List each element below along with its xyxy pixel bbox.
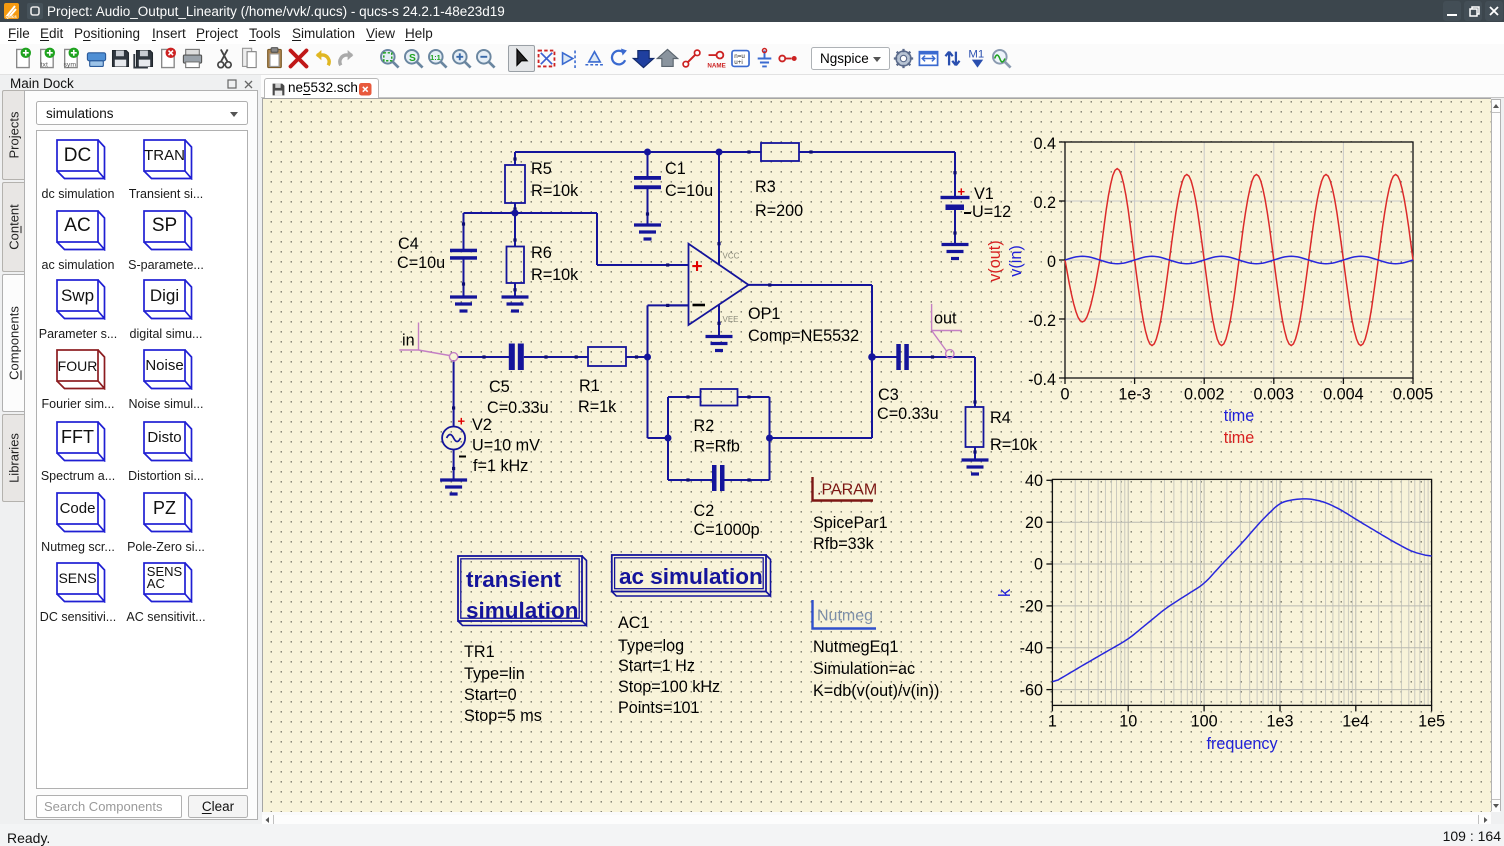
svg-text:1e4: 1e4 xyxy=(1342,712,1369,730)
svg-text:0.2: 0.2 xyxy=(1033,194,1056,212)
svg-text:k: k xyxy=(996,588,1014,597)
svg-text:Rfb=33k: Rfb=33k xyxy=(813,535,875,553)
svg-text:C4: C4 xyxy=(398,235,419,253)
svg-text:C=1000p: C=1000p xyxy=(693,521,759,539)
svg-text:R=10k: R=10k xyxy=(531,182,579,200)
svg-text:R5: R5 xyxy=(531,160,552,178)
svg-text:in: in xyxy=(402,331,415,349)
svg-text:100: 100 xyxy=(1190,712,1217,730)
svg-text:-60: -60 xyxy=(1019,681,1042,699)
svg-text:R4: R4 xyxy=(990,409,1011,427)
svg-text:-0.2: -0.2 xyxy=(1028,312,1056,330)
svg-text:C1: C1 xyxy=(665,160,686,178)
svg-text:Start=0: Start=0 xyxy=(464,686,517,704)
svg-text:Stop=100 kHz: Stop=100 kHz xyxy=(618,678,720,696)
svg-text:Start=1 Hz: Start=1 Hz xyxy=(618,657,695,675)
svg-text:R1: R1 xyxy=(579,377,600,395)
svg-text:VCC: VCC xyxy=(722,251,739,260)
svg-text:0: 0 xyxy=(1060,385,1069,403)
svg-text:AC1: AC1 xyxy=(618,614,650,632)
svg-text:time: time xyxy=(1223,407,1254,425)
svg-text:f=1 kHz: f=1 kHz xyxy=(473,457,528,475)
svg-text:sym: sym xyxy=(64,61,77,68)
svg-text:V2: V2 xyxy=(472,416,492,434)
svg-text:10: 10 xyxy=(1119,712,1137,730)
svg-text:VEE: VEE xyxy=(722,315,738,324)
svg-text:0: 0 xyxy=(1033,555,1042,573)
svg-text:Points=101: Points=101 xyxy=(618,699,699,717)
svg-text:SpicePar1: SpicePar1 xyxy=(813,514,888,532)
svg-text:-40: -40 xyxy=(1019,639,1042,657)
svg-text:0.002: 0.002 xyxy=(1183,385,1224,403)
svg-text:ac simulation: ac simulation xyxy=(619,564,763,589)
svg-text:R=10k: R=10k xyxy=(531,266,579,284)
svg-text:C=10u: C=10u xyxy=(665,182,713,200)
svg-text:TR1: TR1 xyxy=(464,643,495,661)
svg-text:U=12: U=12 xyxy=(972,203,1011,221)
svg-text:K=db(v(out)/v(in)): K=db(v(out)/v(in)) xyxy=(813,682,939,700)
svg-text:Stop=5 ms: Stop=5 ms xyxy=(464,707,542,725)
svg-text:Type=log: Type=log xyxy=(618,637,684,655)
svg-text:0.003: 0.003 xyxy=(1253,385,1294,403)
svg-text:20: 20 xyxy=(1024,513,1042,531)
svg-text:1e5: 1e5 xyxy=(1418,712,1445,730)
svg-text:V1: V1 xyxy=(974,185,994,203)
svg-text:R=10k: R=10k xyxy=(990,436,1038,454)
svg-text:0.4: 0.4 xyxy=(1033,135,1056,153)
svg-text:C2: C2 xyxy=(693,502,714,520)
svg-text:v(in): v(in) xyxy=(1007,245,1025,276)
svg-text:v(out): v(out) xyxy=(986,240,1004,281)
svg-text:NAME: NAME xyxy=(707,63,725,70)
svg-text:1e-3: 1e-3 xyxy=(1118,385,1150,403)
svg-text:Simulation=ac: Simulation=ac xyxy=(813,660,915,678)
svg-text:R2: R2 xyxy=(693,417,714,435)
svg-text:1e3: 1e3 xyxy=(1266,712,1293,730)
svg-text:C5: C5 xyxy=(489,378,510,396)
svg-text:simulation: simulation xyxy=(466,598,579,623)
svg-text:U=10 mV: U=10 mV xyxy=(472,436,540,454)
svg-text:frequency: frequency xyxy=(1206,735,1278,753)
svg-text:M1: M1 xyxy=(968,48,984,60)
svg-text:C3: C3 xyxy=(878,386,899,404)
svg-text:1:1: 1:1 xyxy=(430,53,441,62)
svg-text:R=200: R=200 xyxy=(755,202,803,220)
svg-text:C=0.33u: C=0.33u xyxy=(487,399,549,417)
svg-text:u+i: u+i xyxy=(734,59,743,66)
svg-text:Nutmeg: Nutmeg xyxy=(817,607,873,624)
svg-text:+: + xyxy=(957,184,965,199)
svg-text:+: + xyxy=(691,256,702,277)
svg-text:Type=lin: Type=lin xyxy=(464,665,525,683)
svg-text:R3: R3 xyxy=(755,178,776,196)
svg-text:R6: R6 xyxy=(531,244,552,262)
svg-text:0: 0 xyxy=(1046,253,1055,271)
svg-text:OP1: OP1 xyxy=(748,305,780,323)
svg-text:txt: txt xyxy=(41,61,48,68)
svg-text:0.005: 0.005 xyxy=(1392,385,1433,403)
svg-text:R=1k: R=1k xyxy=(578,398,617,416)
svg-text:40: 40 xyxy=(1024,472,1042,490)
svg-text:R=Rfb: R=Rfb xyxy=(693,437,739,455)
svg-text:out: out xyxy=(934,309,957,327)
svg-text:0.004: 0.004 xyxy=(1323,385,1364,403)
svg-text:.PARAM: .PARAM xyxy=(817,481,877,498)
svg-text:-0.4: -0.4 xyxy=(1028,371,1056,389)
svg-text:Qucs: Qucs xyxy=(6,14,18,19)
svg-text:S: S xyxy=(409,53,416,64)
svg-text:Comp=NE5532: Comp=NE5532 xyxy=(748,327,859,345)
svg-text:-20: -20 xyxy=(1019,597,1042,615)
svg-text:transient: transient xyxy=(466,567,562,592)
svg-text:+: + xyxy=(457,413,465,428)
svg-text:time: time xyxy=(1223,429,1254,447)
svg-text:1: 1 xyxy=(1047,712,1056,730)
svg-text:NutmegEq1: NutmegEq1 xyxy=(813,638,898,656)
svg-text:C=0.33u: C=0.33u xyxy=(877,405,939,423)
svg-text:C=10u: C=10u xyxy=(397,254,445,272)
